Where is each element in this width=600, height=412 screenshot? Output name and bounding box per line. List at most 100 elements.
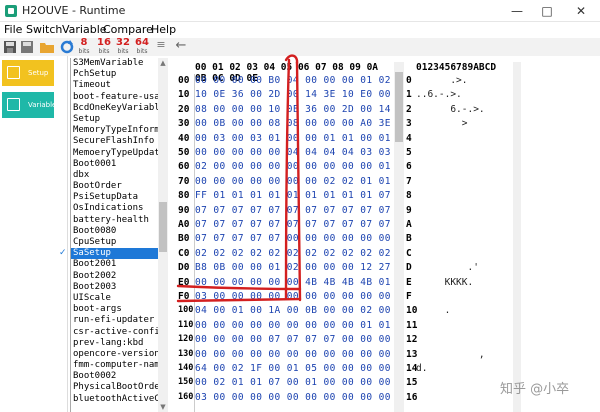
hex-editor[interactable]: 00 01 02 03 04 05 06 07 08 09 0A 0B 0C 0… — [176, 62, 394, 412]
ascii-row-text[interactable] — [416, 176, 496, 187]
scroll-thumb[interactable] — [159, 202, 167, 252]
variable-list-item[interactable]: PchSetup — [71, 69, 158, 80]
ascii-row-text[interactable] — [416, 190, 496, 201]
hex-row-bytes[interactable]: 00 02 01 01 07 00 01 00 00 00 00 00 00 0… — [195, 377, 394, 388]
variable-list-item[interactable]: run-efi-updater — [71, 315, 158, 326]
ascii-row-text[interactable] — [416, 133, 496, 144]
scroll-down-icon[interactable]: ▼ — [158, 402, 168, 412]
ascii-row-text[interactable]: .' — [416, 262, 496, 273]
hex-scrollbar[interactable] — [394, 62, 404, 412]
ascii-row-text[interactable] — [416, 291, 496, 302]
ascii-row-text[interactable] — [416, 147, 496, 158]
variable-list-item[interactable]: CpuSetup — [71, 237, 158, 248]
menu-variable[interactable]: Variable — [62, 23, 107, 36]
variable-list-item[interactable]: opencore-version — [71, 349, 158, 360]
variable-list-item[interactable]: MemoryTypeInforma — [71, 125, 158, 136]
variable-list-item[interactable]: bluetoothActiveC — [71, 394, 158, 405]
close-button[interactable]: ✕ — [566, 2, 596, 20]
ascii-row-text[interactable]: 6.-.>. — [416, 104, 496, 115]
ascii-row-text[interactable] — [416, 320, 496, 331]
variable-list-item[interactable]: MemoeryTypeUpdate — [71, 148, 158, 159]
variable-list-item[interactable]: boot-args — [71, 304, 158, 315]
variable-list-scrollbar[interactable]: ▲ ▼ — [158, 58, 168, 412]
ascii-view[interactable]: 0123456789ABCD 0 .>. 1 ..6.-.>. 2 6.-.>. … — [404, 62, 518, 412]
hex-row-bytes[interactable]: 00 00 00 00 00 00 4B 4B 4B 4B 01 00 02 0… — [195, 277, 394, 288]
variable-list-item[interactable]: PsiSetupData — [71, 192, 158, 203]
hex-row-bytes[interactable]: 00 00 00 00 00 00 00 00 00 01 01 04 04 0… — [195, 320, 394, 331]
hex-row-bytes[interactable]: 00 00 00 00 07 07 07 07 00 00 00 00 00 0… — [195, 334, 394, 345]
hex-row-bytes[interactable]: FF 01 01 01 01 01 01 01 01 01 07 07 07 0… — [195, 190, 394, 201]
ascii-row-text[interactable] — [416, 392, 496, 403]
variable-list-item[interactable]: Timeout — [71, 80, 158, 91]
minimize-button[interactable]: — — [502, 2, 532, 20]
maximize-button[interactable]: □ — [532, 2, 562, 20]
variable-list-item[interactable]: Boot2001 — [71, 259, 158, 270]
hex-row-bytes[interactable]: 03 00 00 00 00 00 00 00 00 00 00 00 00 0… — [195, 392, 394, 403]
variable-button[interactable]: Variable — [2, 92, 56, 118]
refresh-icon[interactable] — [59, 39, 75, 55]
variable-list-item[interactable]: Boot0002 — [71, 371, 158, 382]
variable-list-item[interactable]: Boot0001 — [71, 159, 158, 170]
hex-view-icon[interactable]: ≡ — [154, 38, 168, 56]
variable-list-item[interactable]: PhysicalBootOrde — [71, 382, 158, 393]
ascii-row-text[interactable] — [416, 334, 496, 345]
hex-row-bytes[interactable]: 00 0B 00 00 08 08 00 00 00 A0 3E 00 00 0… — [195, 118, 394, 129]
ascii-row-text[interactable]: > — [416, 118, 496, 129]
ascii-row-text[interactable]: .>. — [416, 75, 496, 86]
variable-list-item[interactable]: battery-health — [71, 215, 158, 226]
variable-list-item[interactable]: OsIndications — [71, 203, 158, 214]
hex-row-bytes[interactable]: 03 00 00 00 00 00 00 00 00 00 00 00 00 0… — [195, 291, 394, 302]
open-folder-icon[interactable] — [39, 39, 55, 55]
ascii-row-text[interactable]: , — [416, 349, 496, 360]
hex-row-bytes[interactable]: 10 0E 36 00 2D 00 14 3E 10 E0 00 0B 00 0… — [195, 89, 394, 100]
setup-button[interactable]: Setup — [2, 60, 54, 86]
hex-row-bytes[interactable]: 07 07 07 07 07 07 07 07 07 07 07 07 07 0… — [195, 219, 394, 230]
back-arrow-icon[interactable]: ← — [174, 38, 188, 56]
ascii-row-text[interactable] — [416, 219, 496, 230]
hex-row-bytes[interactable]: 02 02 02 02 02 02 02 02 02 02 02 02 02 0… — [195, 248, 394, 259]
ascii-row-text[interactable] — [416, 233, 496, 244]
hex-row-bytes[interactable]: B8 0B 00 00 01 02 00 00 00 12 27 02 00 0… — [195, 262, 394, 273]
ascii-scrollbar[interactable] — [513, 62, 521, 412]
hex-row-bytes[interactable]: 07 07 07 07 07 07 07 07 07 07 07 00 00 0… — [195, 205, 394, 216]
hex-row-bytes[interactable]: 08 00 00 00 10 0E 36 00 2D 00 14 3E 10 E… — [195, 104, 394, 115]
bits-16-button[interactable]: 16 bits — [96, 38, 112, 56]
variable-list-item[interactable]: prev-lang:kbd — [71, 338, 158, 349]
variable-list-item[interactable]: fmm-computer-nam — [71, 360, 158, 371]
variable-list-item[interactable]: S3MemVariable — [71, 58, 158, 69]
hex-row-bytes[interactable]: 00 00 00 00 00 00 00 02 02 01 01 01 01 F… — [195, 176, 394, 187]
bits-32-button[interactable]: 32 bits — [115, 38, 131, 56]
variable-list-item[interactable]: SecureFlashInfo — [71, 136, 158, 147]
hex-row-bytes[interactable]: 07 07 07 07 07 00 00 00 00 00 00 00 00 0… — [195, 233, 394, 244]
hex-row-bytes[interactable]: 04 00 01 00 1A 00 0B 00 00 02 00 00 01 0… — [195, 305, 394, 316]
variable-list-item[interactable]: csr-active-confi — [71, 327, 158, 338]
variable-list-item[interactable]: UIScale — [71, 293, 158, 304]
hex-row-bytes[interactable]: 00 00 00 00 00 00 00 00 00 00 00 00 01 0… — [195, 349, 394, 360]
variable-list-item[interactable]: boot-feature-usa — [71, 92, 158, 103]
variable-list-item[interactable]: BootOrder — [71, 181, 158, 192]
ascii-row-text[interactable] — [416, 161, 496, 172]
ascii-row-text[interactable]: . — [416, 305, 502, 316]
hex-row-bytes[interactable]: 00 00 00 00 00 04 04 04 04 03 03 03 03 0… — [195, 147, 394, 158]
menu-switch[interactable]: Switch — [26, 23, 62, 36]
variable-list-item[interactable]: dbx — [71, 170, 158, 181]
ascii-row-text[interactable] — [416, 248, 496, 259]
ascii-row-text[interactable]: KKKK. — [416, 277, 496, 288]
hex-row-bytes[interactable]: 02 00 00 00 00 00 00 00 00 00 01 01 01 0… — [195, 161, 394, 172]
hex-scroll-thumb[interactable] — [395, 72, 403, 142]
variable-list-item[interactable]: Boot0080 — [71, 226, 158, 237]
ascii-row-text[interactable]: ..6.-.>. — [416, 89, 496, 100]
menu-compare[interactable]: Compare — [103, 23, 153, 36]
variable-list-item[interactable]: SaSetup — [71, 248, 158, 260]
scroll-up-icon[interactable]: ▲ — [158, 58, 168, 68]
save-as-icon[interactable] — [20, 39, 34, 55]
variable-list[interactable]: S3MemVariable PchSetup Timeout boot-feature… — [70, 58, 158, 412]
hex-row-bytes[interactable]: 00 00 00 00 B0 04 00 00 00 01 02 02 00 0… — [195, 75, 394, 86]
ascii-row-text[interactable] — [416, 377, 496, 388]
bits-8-button[interactable]: 8 bits — [76, 38, 92, 56]
bits-64-button[interactable]: 64 bits — [134, 38, 150, 56]
ascii-row-text[interactable] — [416, 205, 496, 216]
menu-file[interactable]: File — [4, 23, 22, 36]
variable-list-item[interactable]: BcdOneKeyVariabl — [71, 103, 158, 114]
menu-help[interactable]: Help — [151, 23, 176, 36]
